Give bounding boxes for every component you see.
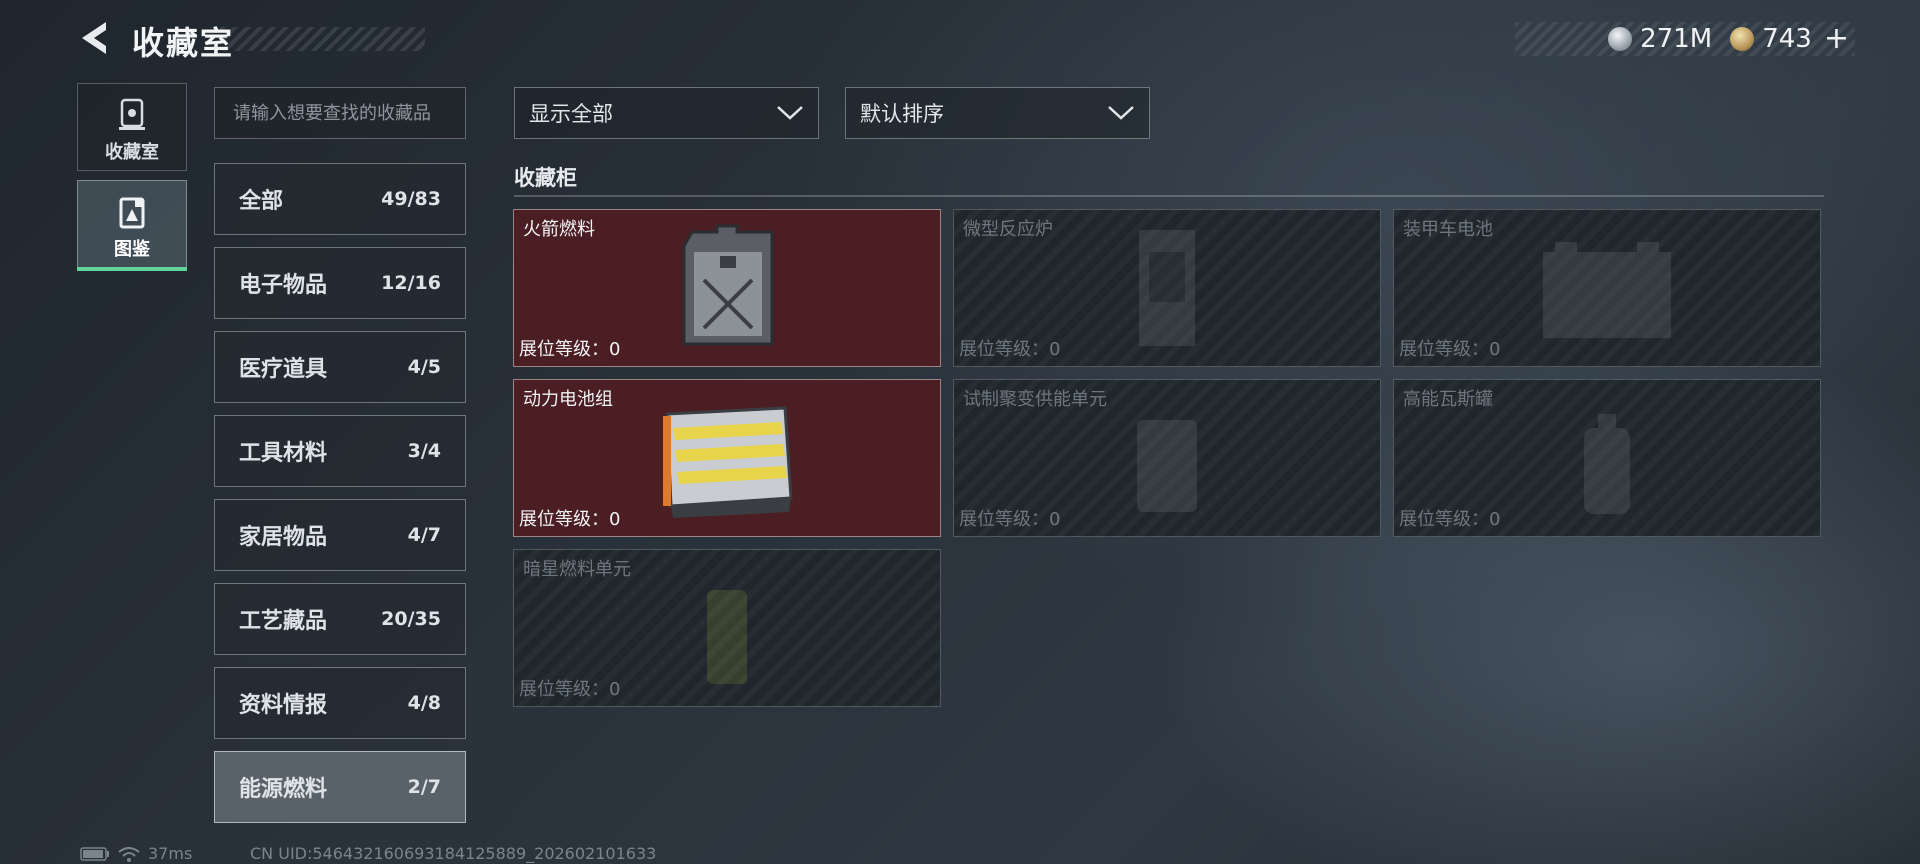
dropdown-value: 显示全部 xyxy=(529,102,613,126)
status-bar: 37ms xyxy=(80,844,192,863)
back-arrow-icon[interactable] xyxy=(78,20,112,56)
item-name: 微型反应炉 xyxy=(963,219,1053,240)
item-name: 动力电池组 xyxy=(523,389,613,410)
item-card-rocket-fuel[interactable]: 火箭燃料 展位等级：0 xyxy=(513,209,941,367)
category-name: 工艺藏品 xyxy=(239,609,328,634)
dropdown-value: 默认排序 xyxy=(860,102,944,126)
item-name: 火箭燃料 xyxy=(523,219,595,240)
collection-room-icon xyxy=(119,98,145,130)
gold-coin-icon xyxy=(1730,27,1755,51)
item-level: 展位等级：0 xyxy=(1399,509,1501,530)
item-level: 展位等级：0 xyxy=(959,509,1061,530)
item-name: 高能瓦斯罐 xyxy=(1403,389,1493,410)
gas-tank-image xyxy=(1584,414,1630,514)
category-name: 工具材料 xyxy=(239,441,328,466)
category-intel[interactable]: 资料情报 4/8 xyxy=(214,667,466,739)
category-all[interactable]: 全部 49/83 xyxy=(214,163,466,235)
item-name: 试制聚变供能单元 xyxy=(963,389,1107,410)
category-household[interactable]: 家居物品 4/7 xyxy=(214,499,466,571)
category-count: 49/83 xyxy=(381,188,441,210)
nav-tab-label: 图鉴 xyxy=(114,239,150,260)
category-crafts[interactable]: 工艺藏品 20/35 xyxy=(214,583,466,655)
silver-coin-icon xyxy=(1608,27,1633,51)
category-count: 2/7 xyxy=(407,776,441,798)
section-title: 收藏柜 xyxy=(514,166,577,190)
item-level: 展位等级：0 xyxy=(519,339,621,360)
battery-icon xyxy=(80,846,109,861)
category-name: 全部 xyxy=(239,189,284,214)
section-divider xyxy=(514,195,1824,197)
battery-pack-image xyxy=(663,406,793,518)
micro-reactor-image xyxy=(1139,230,1195,346)
category-electronics[interactable]: 电子物品 12/16 xyxy=(214,247,466,319)
silver-amount: 271M xyxy=(1640,24,1713,54)
item-name: 装甲车电池 xyxy=(1403,219,1493,240)
gold-amount: 743 xyxy=(1762,24,1812,54)
item-level: 展位等级：0 xyxy=(519,679,621,700)
category-count: 4/8 xyxy=(407,692,441,714)
item-level: 展位等级：0 xyxy=(959,339,1061,360)
chevron-down-icon xyxy=(1108,106,1134,120)
category-tools[interactable]: 工具材料 3/4 xyxy=(214,415,466,487)
wifi-icon xyxy=(118,846,140,862)
fusion-unit-image xyxy=(1137,420,1197,512)
item-card-armored-vehicle-battery[interactable]: 装甲车电池 展位等级：0 xyxy=(1393,209,1821,367)
category-name: 医疗道具 xyxy=(239,357,328,382)
category-name: 能源燃料 xyxy=(239,777,328,802)
sort-dropdown[interactable]: 默认排序 xyxy=(845,87,1150,139)
category-count: 20/35 xyxy=(381,608,441,630)
nav-tab-label: 收藏室 xyxy=(105,142,159,163)
category-count: 12/16 xyxy=(381,272,441,294)
user-uid: CN UID:546432160693184125889_20260210163… xyxy=(250,844,657,863)
title-decoration xyxy=(220,27,425,51)
codex-icon xyxy=(119,197,145,229)
category-name: 资料情报 xyxy=(239,693,328,718)
category-count: 4/5 xyxy=(407,356,441,378)
category-energy-fuel[interactable]: 能源燃料 2/7 xyxy=(214,751,466,823)
category-medical[interactable]: 医疗道具 4/5 xyxy=(214,331,466,403)
add-currency-button[interactable]: + xyxy=(1824,24,1849,54)
nav-tab-codex[interactable]: 图鉴 xyxy=(77,180,187,271)
page-title: 收藏室 xyxy=(132,24,235,62)
nav-tab-collection-room[interactable]: 收藏室 xyxy=(77,83,187,171)
item-card-power-battery-pack[interactable]: 动力电池组 展位等级：0 xyxy=(513,379,941,537)
category-name: 家居物品 xyxy=(239,525,328,550)
vehicle-battery-image xyxy=(1543,242,1671,338)
item-card-prototype-fusion-unit[interactable]: 试制聚变供能单元 展位等级：0 xyxy=(953,379,1381,537)
currency-bar: 271M 743 + xyxy=(1515,22,1855,56)
category-count: 4/7 xyxy=(407,524,441,546)
item-card-high-energy-gas-tank[interactable]: 高能瓦斯罐 展位等级：0 xyxy=(1393,379,1821,537)
category-count: 3/4 xyxy=(407,440,441,462)
category-name: 电子物品 xyxy=(239,273,328,298)
search-input[interactable] xyxy=(214,87,466,139)
item-card-dark-star-fuel-unit[interactable]: 暗星燃料单元 展位等级：0 xyxy=(513,549,941,707)
fuel-unit-image xyxy=(707,590,747,684)
item-level: 展位等级：0 xyxy=(519,509,621,530)
item-name: 暗星燃料单元 xyxy=(523,559,631,580)
item-card-micro-reactor[interactable]: 微型反应炉 展位等级：0 xyxy=(953,209,1381,367)
item-level: 展位等级：0 xyxy=(1399,339,1501,360)
ping-value: 37ms xyxy=(148,844,193,863)
chevron-down-icon xyxy=(777,106,803,120)
fuel-canister-image xyxy=(682,224,774,346)
show-filter-dropdown[interactable]: 显示全部 xyxy=(514,87,819,139)
